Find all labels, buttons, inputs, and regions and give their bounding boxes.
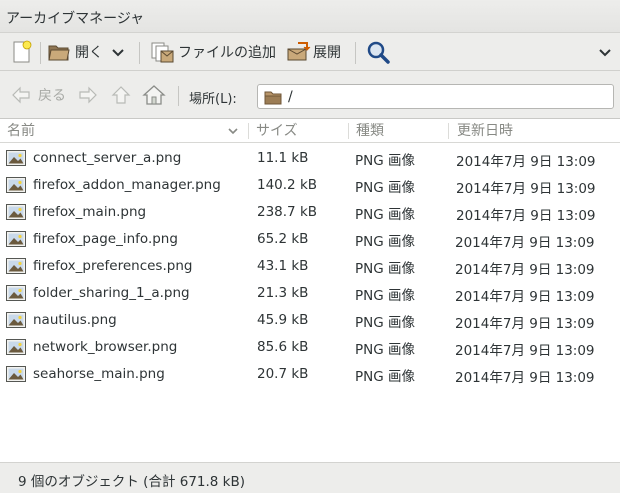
home-button[interactable] bbox=[142, 83, 166, 107]
file-size: 238.7 kB bbox=[257, 204, 318, 220]
column-modified-label: 更新日時 bbox=[457, 123, 513, 139]
file-type: PNG 画像 bbox=[355, 153, 415, 169]
location-entry[interactable]: / bbox=[257, 84, 614, 109]
file-size: 45.9 kB bbox=[257, 312, 309, 328]
table-row[interactable]: connect_server_a.png 11.1 kB PNG 画像 2014… bbox=[0, 145, 620, 172]
file-name: folder_sharing_1_a.png bbox=[33, 285, 190, 301]
file-size: 21.3 kB bbox=[257, 285, 309, 301]
column-name-label: 名前 bbox=[7, 123, 35, 139]
open-dropdown-button[interactable] bbox=[111, 33, 125, 71]
location-path: / bbox=[288, 88, 293, 105]
file-name: firefox_main.png bbox=[33, 204, 147, 220]
extract-button[interactable]: 展開 bbox=[285, 33, 341, 71]
up-button[interactable] bbox=[110, 83, 132, 107]
file-name: nautilus.png bbox=[33, 312, 117, 328]
image-file-icon bbox=[6, 366, 26, 382]
column-size-label: サイズ bbox=[256, 123, 298, 139]
table-row[interactable]: firefox_preferences.png 43.1 kB PNG 画像 2… bbox=[0, 253, 620, 280]
file-name: seahorse_main.png bbox=[33, 366, 165, 382]
file-type: PNG 画像 bbox=[355, 207, 415, 223]
image-file-icon bbox=[6, 231, 26, 247]
up-arrow-icon bbox=[111, 86, 131, 104]
folder-open-icon bbox=[48, 45, 70, 61]
add-files-button[interactable]: ファイルの追加 bbox=[149, 33, 276, 71]
image-file-icon bbox=[6, 285, 26, 301]
search-button[interactable] bbox=[366, 33, 390, 71]
table-row[interactable]: folder_sharing_1_a.png 21.3 kB PNG 画像 20… bbox=[0, 280, 620, 307]
home-icon bbox=[142, 85, 166, 105]
toolbar-separator bbox=[139, 42, 140, 64]
table-row[interactable]: firefox_main.png 238.7 kB PNG 画像 2014年7月… bbox=[0, 199, 620, 226]
file-type: PNG 画像 bbox=[355, 315, 415, 331]
window-title: アーカイブマネージャ bbox=[6, 11, 145, 27]
table-row[interactable]: network_browser.png 85.6 kB PNG 画像 2014年… bbox=[0, 334, 620, 361]
sort-chevron-icon[interactable] bbox=[227, 126, 239, 136]
new-archive-icon bbox=[13, 40, 32, 63]
table-row[interactable]: seahorse_main.png 20.7 kB PNG 画像 2014年7月… bbox=[0, 361, 620, 388]
back-button[interactable]: 戻る bbox=[10, 83, 66, 107]
open-button[interactable]: 開く bbox=[47, 33, 103, 71]
extract-label: 展開 bbox=[313, 45, 341, 61]
table-row[interactable]: firefox_page_info.png 65.2 kB PNG 画像 201… bbox=[0, 226, 620, 253]
status-bar: 9 個のオブジェクト (合計 671.8 kB) bbox=[0, 462, 620, 493]
file-type: PNG 画像 bbox=[355, 261, 415, 277]
forward-arrow-icon bbox=[79, 86, 97, 104]
column-header-size[interactable]: サイズ bbox=[256, 119, 298, 143]
file-type: PNG 画像 bbox=[355, 369, 415, 385]
menu-button[interactable] bbox=[598, 33, 612, 71]
file-size: 85.6 kB bbox=[257, 339, 309, 355]
back-label: 戻る bbox=[38, 88, 66, 104]
image-file-icon bbox=[6, 258, 26, 274]
folder-icon bbox=[264, 91, 282, 104]
back-arrow-icon bbox=[12, 86, 30, 104]
file-size: 20.7 kB bbox=[257, 366, 309, 382]
status-text: 9 個のオブジェクト (合計 671.8 kB) bbox=[18, 474, 246, 490]
table-row[interactable]: nautilus.png 45.9 kB PNG 画像 2014年7月 9日 1… bbox=[0, 307, 620, 334]
chevron-down-icon bbox=[112, 49, 124, 57]
file-size: 65.2 kB bbox=[257, 231, 309, 247]
file-name: firefox_page_info.png bbox=[33, 231, 178, 247]
image-file-icon bbox=[6, 177, 26, 193]
column-separator bbox=[248, 123, 249, 139]
file-size: 140.2 kB bbox=[257, 177, 318, 193]
column-separator bbox=[448, 123, 449, 139]
column-header-type[interactable]: 種類 bbox=[356, 119, 384, 143]
file-type: PNG 画像 bbox=[355, 180, 415, 196]
toolbar-separator bbox=[178, 86, 179, 106]
column-header-name[interactable]: 名前 bbox=[7, 119, 35, 143]
file-type: PNG 画像 bbox=[355, 342, 415, 358]
chevron-down-icon bbox=[599, 49, 611, 57]
toolbar-separator bbox=[355, 42, 356, 64]
main-toolbar: 開く ファイルの追加 展開 bbox=[0, 33, 620, 71]
image-file-icon bbox=[6, 204, 26, 220]
file-name: firefox_addon_manager.png bbox=[33, 177, 221, 193]
column-type-label: 種類 bbox=[356, 123, 384, 139]
image-file-icon bbox=[6, 150, 26, 166]
image-file-icon bbox=[6, 339, 26, 355]
add-files-icon bbox=[151, 42, 174, 63]
add-files-label: ファイルの追加 bbox=[178, 45, 276, 61]
toolbar-separator bbox=[40, 42, 41, 64]
file-name: network_browser.png bbox=[33, 339, 178, 355]
table-row[interactable]: firefox_addon_manager.png 140.2 kB PNG 画… bbox=[0, 172, 620, 199]
extract-icon bbox=[287, 42, 311, 61]
column-separator bbox=[348, 123, 349, 139]
open-label: 開く bbox=[75, 45, 103, 61]
file-name: connect_server_a.png bbox=[33, 150, 182, 166]
file-modified: 2014年7月 9日 13:09 bbox=[455, 370, 595, 386]
file-list-header: 名前 サイズ 種類 更新日時 bbox=[0, 119, 620, 143]
file-type: PNG 画像 bbox=[355, 234, 415, 250]
window-titlebar: アーカイブマネージャ bbox=[0, 0, 620, 33]
file-name: firefox_preferences.png bbox=[33, 258, 193, 274]
forward-button[interactable] bbox=[77, 83, 99, 107]
file-type: PNG 画像 bbox=[355, 288, 415, 304]
location-label: 場所(L): bbox=[189, 92, 237, 107]
image-file-icon bbox=[6, 312, 26, 328]
new-archive-button[interactable] bbox=[10, 33, 34, 71]
search-icon bbox=[367, 41, 390, 64]
column-header-modified[interactable]: 更新日時 bbox=[457, 119, 513, 143]
file-size: 43.1 kB bbox=[257, 258, 309, 274]
file-size: 11.1 kB bbox=[257, 150, 309, 166]
